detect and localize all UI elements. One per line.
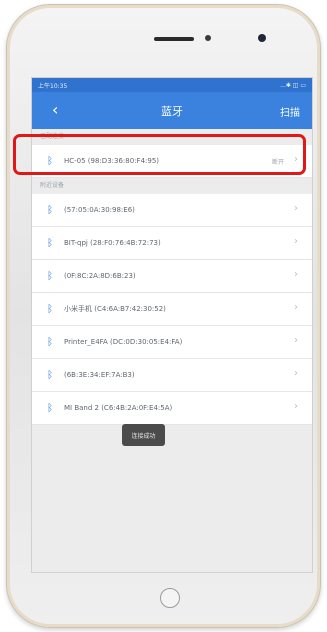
device-row[interactable]: ᛒ (0F:8C:2A:8D:6B:23) ›: [32, 260, 312, 293]
device-name: (0F:8C:2A:8D:6B:23): [64, 272, 136, 280]
page-title: 蓝牙: [161, 104, 183, 118]
chevron-right-icon: ›: [294, 401, 298, 412]
chevron-right-icon: ›: [294, 236, 298, 247]
back-button[interactable]: ‹: [52, 100, 58, 120]
toast-message: 连接成功: [122, 424, 165, 446]
device-name: BIT-qpj (28:F0:76:4B:72:73): [64, 239, 161, 247]
bluetooth-icon: ᛒ: [47, 369, 53, 381]
device-row[interactable]: ᛒ 小米手机 (C4:6A:B7:42:30:52) ›: [32, 293, 312, 326]
device-name: (57:05:0A:30:98:E6): [64, 206, 135, 214]
chevron-right-icon: ›: [294, 335, 298, 346]
available-section-label: 附近设备: [40, 182, 65, 189]
chevron-left-icon: ‹: [52, 100, 59, 119]
bluetooth-icon: ᛒ: [47, 402, 53, 414]
home-button[interactable]: [160, 588, 180, 608]
chevron-right-icon: ›: [294, 368, 298, 379]
bluetooth-icon: ᛒ: [47, 204, 53, 216]
bluetooth-icon: ᛒ: [47, 303, 53, 315]
status-icons: ...✱ ◫ ▭: [280, 81, 306, 89]
front-camera: [258, 34, 266, 42]
chevron-right-icon: ›: [294, 302, 298, 313]
device-name: MI Band 2 (C6:4B:2A:0F:E4:5A): [64, 404, 173, 412]
nav-bar: ‹ 蓝牙 扫描: [32, 92, 312, 129]
chevron-right-icon: ›: [294, 203, 298, 214]
scan-button[interactable]: 扫描: [280, 104, 300, 119]
bluetooth-icon: ᛒ: [47, 336, 53, 348]
device-name: Printer_E4FA (DC:0D:30:05:E4:FA): [64, 338, 183, 346]
device-row[interactable]: ᛒ (57:05:0A:30:98:E6) ›: [32, 194, 312, 227]
chevron-right-icon: ›: [294, 269, 298, 280]
earpiece-speaker: [154, 37, 194, 41]
device-row[interactable]: ᛒ Printer_E4FA (DC:0D:30:05:E4:FA) ›: [32, 326, 312, 359]
phone-frame: 上午10:35 ...✱ ◫ ▭ ‹ 蓝牙 扫描 已配连接 ᛒ HC-05 (9…: [6, 4, 321, 628]
device-row[interactable]: ᛒ MI Band 2 (C6:4B:2A:0F:E4:5A) ›: [32, 392, 312, 425]
bluetooth-icon: ᛒ: [47, 270, 53, 282]
status-time: 上午10:35: [38, 82, 68, 90]
status-bar: 上午10:35 ...✱ ◫ ▭: [32, 78, 312, 92]
device-name: 小米手机 (C4:6A:B7:42:30:52): [64, 305, 166, 313]
device-row[interactable]: ᛒ BIT-qpj (28:F0:76:4B:72:73) ›: [32, 227, 312, 260]
device-name: (6B:3E:34:EF:7A:B3): [64, 371, 135, 379]
bluetooth-icon: ᛒ: [47, 237, 53, 249]
device-row[interactable]: ᛒ (6B:3E:34:EF:7A:B3) ›: [32, 359, 312, 392]
proximity-sensor: [205, 35, 211, 41]
highlight-box: [13, 134, 306, 175]
